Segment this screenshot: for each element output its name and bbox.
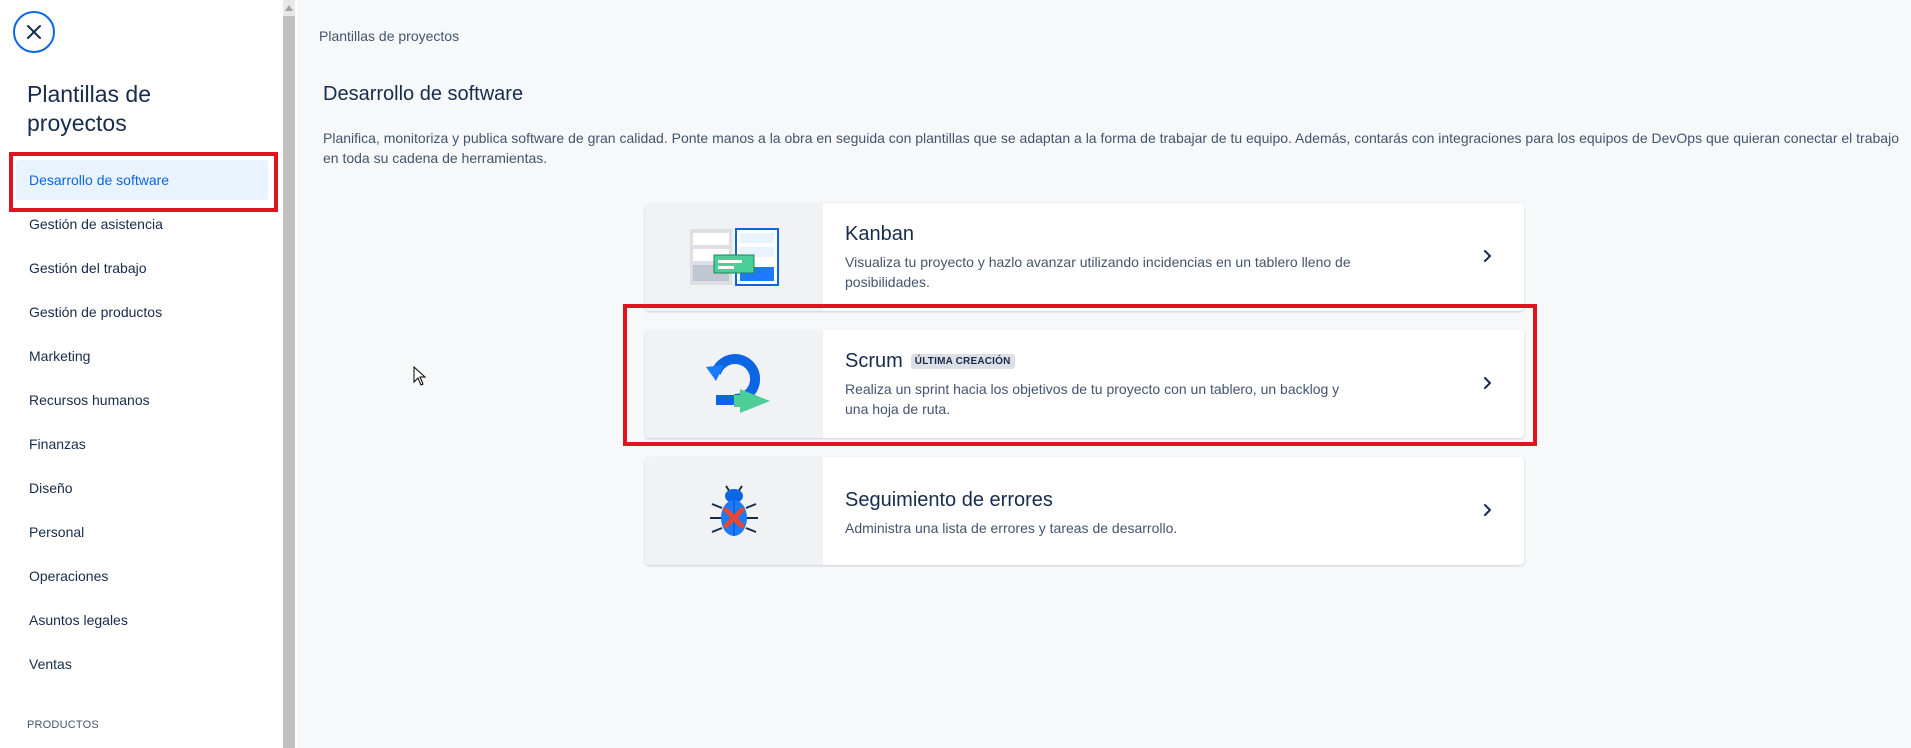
sidebar-item-personal[interactable]: Personal bbox=[0, 510, 280, 554]
bug-icon bbox=[710, 485, 758, 536]
card-title: Scrum bbox=[845, 350, 903, 372]
template-card-kanban[interactable]: Kanban Visualiza tu proyecto y hazlo ava… bbox=[645, 203, 1524, 311]
chevron-right-icon bbox=[1484, 250, 1491, 262]
triangle-up-icon bbox=[285, 5, 293, 11]
page-description: Planifica, monitoriza y publica software… bbox=[323, 130, 1899, 166]
card-title: Kanban bbox=[845, 223, 914, 245]
card-text: Seguimiento de errores Administra una li… bbox=[845, 489, 1405, 538]
sprint-cycle-icon bbox=[706, 354, 770, 413]
kanban-thumbnail bbox=[645, 203, 823, 311]
sidebar-item-gestion-de-asistencia[interactable]: Gestión de asistencia bbox=[0, 202, 280, 246]
template-card-scrum[interactable]: Scrum ÚLTIMA CREACIÓN Realiza un sprint … bbox=[645, 330, 1524, 438]
template-card-bug-tracking[interactable]: Seguimiento de errores Administra una li… bbox=[645, 457, 1524, 565]
scrum-thumbnail bbox=[645, 330, 823, 438]
sidebar-item-gestion-de-productos[interactable]: Gestión de productos bbox=[0, 290, 280, 334]
card-text: Kanban Visualiza tu proyecto y hazlo ava… bbox=[845, 223, 1405, 292]
sidebar-item-desarrollo-de-software[interactable]: Desarrollo de software bbox=[16, 160, 268, 200]
close-icon bbox=[27, 25, 41, 39]
sidebar-item-operaciones[interactable]: Operaciones bbox=[0, 554, 280, 598]
kanban-board-icon bbox=[690, 228, 779, 286]
card-description: Administra una lista de errores y tareas… bbox=[845, 520, 1178, 536]
card-title: Seguimiento de errores bbox=[845, 489, 1053, 511]
sidebar-item-ventas[interactable]: Ventas bbox=[0, 642, 280, 686]
category-nav: Desarrollo de software Gestión de asiste… bbox=[0, 158, 280, 686]
chevron-right-icon bbox=[1484, 504, 1491, 516]
close-button[interactable] bbox=[13, 11, 55, 53]
sidebar-item-marketing[interactable]: Marketing bbox=[0, 334, 280, 378]
latest-badge: ÚLTIMA CREACIÓN bbox=[910, 354, 1015, 369]
sidebar-scrollbar[interactable] bbox=[283, 0, 295, 748]
card-description: Realiza un sprint hacia los objetivos de… bbox=[845, 381, 1340, 417]
sidebar-item-gestion-del-trabajo[interactable]: Gestión del trabajo bbox=[0, 246, 280, 290]
sidebar-item-recursos-humanos[interactable]: Recursos humanos bbox=[0, 378, 280, 422]
sidebar-item-diseno[interactable]: Diseño bbox=[0, 466, 280, 510]
bug-thumbnail bbox=[645, 457, 823, 565]
sidebar: Plantillas de proyectos Desarrollo de so… bbox=[0, 0, 280, 748]
sidebar-item-finanzas[interactable]: Finanzas bbox=[0, 422, 280, 466]
chevron-right-icon bbox=[1484, 377, 1491, 389]
products-section-label: PRODUCTOS bbox=[27, 719, 99, 731]
main-content: Plantillas de proyectos Desarrollo de so… bbox=[297, 0, 1911, 748]
sidebar-title: Plantillas de proyectos bbox=[27, 81, 152, 136]
card-text: Scrum ÚLTIMA CREACIÓN Realiza un sprint … bbox=[845, 350, 1405, 419]
breadcrumb[interactable]: Plantillas de proyectos bbox=[319, 28, 459, 44]
sidebar-item-asuntos-legales[interactable]: Asuntos legales bbox=[0, 598, 280, 642]
scroll-up-arrow[interactable] bbox=[283, 0, 295, 16]
card-description: Visualiza tu proyecto y hazlo avanzar ut… bbox=[845, 254, 1351, 290]
page-title: Desarrollo de software bbox=[323, 83, 524, 105]
